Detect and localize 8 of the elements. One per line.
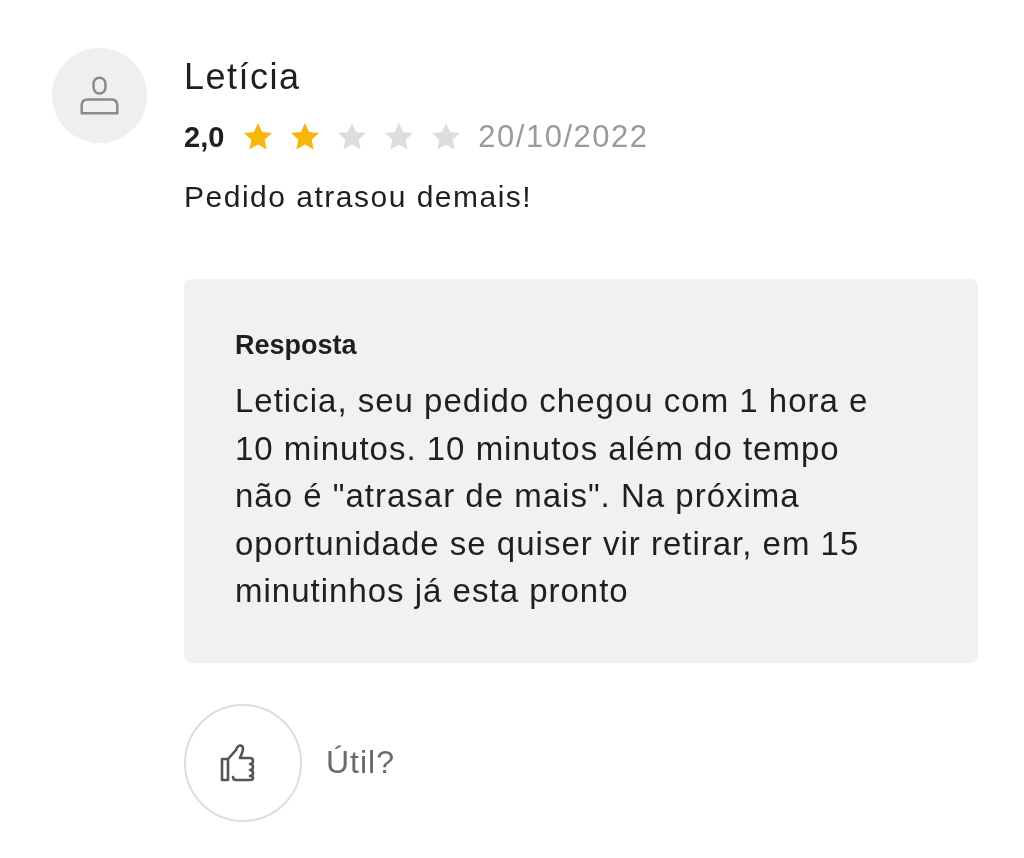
author-name: Letícia [184, 55, 302, 99]
user-avatar-icon [52, 48, 147, 143]
review-comment: Pedido atrasou demais! [184, 179, 534, 215]
review-date: 20/10/2022 [478, 119, 649, 155]
rating-value: 2,0 [184, 120, 225, 154]
reply-text: Leticia, seu pedido chegou com 1 hora e 10 minutos. 10 minutos além do tempo não é "atrasar de mais". Na próxima oportunidade se quiser vir retirar, em 15 minutinhos já esta pronto [235, 381, 870, 611]
helpful-label: Útil? [326, 744, 395, 781]
reply-title: Resposta [235, 329, 358, 362]
